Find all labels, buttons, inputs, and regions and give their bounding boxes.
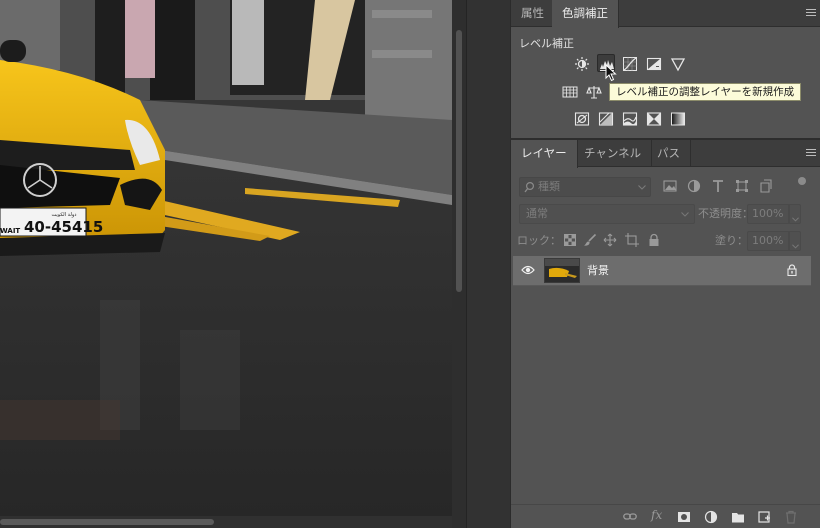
- new-group-icon[interactable]: [731, 510, 745, 524]
- blend-mode-value: 通常: [526, 207, 548, 220]
- plate-prefix: WAIT: [0, 227, 20, 235]
- filter-kind-label: 種類: [538, 180, 560, 193]
- blend-mode-dropdown[interactable]: 通常: [519, 204, 695, 224]
- chevron-down-icon: [681, 212, 689, 217]
- layer-name[interactable]: 背景: [587, 256, 609, 286]
- lock-position-move-icon[interactable]: [603, 233, 617, 247]
- filter-shape-icon[interactable]: [735, 179, 749, 193]
- chevron-down-icon: [792, 217, 799, 222]
- filter-pixel-icon[interactable]: [663, 179, 677, 193]
- horizontal-scroll-thumb[interactable]: [0, 519, 214, 525]
- link-layers-icon[interactable]: [623, 510, 637, 524]
- trash-icon[interactable]: [784, 510, 798, 524]
- curves-icon[interactable]: [621, 55, 639, 73]
- lock-transparent-pixels-icon[interactable]: [563, 233, 577, 247]
- tab-paths[interactable]: パス: [647, 140, 691, 167]
- lock-artboard-icon[interactable]: [625, 233, 639, 247]
- vertical-scroll-thumb[interactable]: [456, 30, 462, 292]
- adjustments-tabbar: 属性 色調補正: [511, 0, 820, 28]
- layers-tabbar: レイヤー チャンネル パス: [511, 140, 820, 168]
- adjustments-panel: 属性 色調補正 レベル補正: [510, 0, 820, 138]
- new-layer-icon[interactable]: [757, 510, 771, 524]
- opacity-slider-toggle[interactable]: [789, 204, 801, 224]
- layer-row-background[interactable]: 背景: [513, 256, 811, 286]
- color-balance-icon[interactable]: [585, 83, 603, 101]
- vertical-scrollbar[interactable]: [452, 0, 466, 528]
- panel-dock-gutter: [466, 0, 510, 528]
- filter-type-icon[interactable]: [711, 179, 725, 193]
- blend-row: 通常 不透明度： 100%: [515, 204, 810, 226]
- chevron-down-icon: [638, 185, 646, 190]
- add-mask-icon[interactable]: [677, 510, 691, 524]
- tab-adjustments[interactable]: 色調補正: [552, 0, 619, 28]
- color-lookup-icon[interactable]: [621, 110, 639, 128]
- search-icon: [524, 181, 535, 193]
- filter-adjustment-icon[interactable]: [687, 179, 701, 193]
- horizontal-scrollbar[interactable]: [0, 516, 452, 528]
- lock-row: ロック： 塗り： 100%: [515, 231, 810, 253]
- layer-filter-kind[interactable]: 種類: [519, 177, 651, 197]
- fill-input[interactable]: 100%: [747, 231, 789, 251]
- tab-channels[interactable]: チャンネル: [574, 140, 653, 167]
- layer-filter-row: 種類: [515, 177, 810, 199]
- gradient-map-triangle-icon[interactable]: [669, 55, 687, 73]
- lock-all-icon[interactable]: [647, 233, 661, 247]
- lock-image-pixels-brush-icon[interactable]: [583, 233, 597, 247]
- layer-locked-icon: [787, 264, 797, 276]
- opacity-label: 不透明度：: [698, 207, 753, 220]
- new-adjustment-layer-icon[interactable]: [704, 510, 718, 524]
- layer-thumbnail-image: [545, 259, 579, 282]
- layer-thumbnail[interactable]: [544, 258, 580, 283]
- layers-panel-menu-icon[interactable]: [806, 149, 816, 157]
- chevron-down-icon: [792, 244, 799, 249]
- filter-toggle-switch[interactable]: [798, 177, 806, 185]
- document-canvas[interactable]: دولة الكويت WAIT 40-45415: [0, 0, 452, 516]
- exposure-icon[interactable]: [645, 55, 663, 73]
- levels-tooltip: レベル補正の調整レイヤーを新規作成: [609, 83, 802, 101]
- photo-filter-icon[interactable]: [573, 110, 591, 128]
- channel-mixer-icon[interactable]: [597, 110, 615, 128]
- adjustment-section-title: レベル補正: [519, 37, 574, 50]
- plate-number: 40-45415: [24, 218, 103, 236]
- posterize-icon[interactable]: [669, 110, 687, 128]
- mouse-pointer-icon: [605, 64, 617, 82]
- invert-icon[interactable]: [645, 110, 663, 128]
- hue-saturation-icon[interactable]: [561, 83, 579, 101]
- tab-properties[interactable]: 属性: [511, 0, 555, 27]
- layers-panel-footer: fx: [511, 504, 820, 528]
- panel-menu-icon[interactable]: [806, 9, 816, 17]
- brightness-contrast-icon[interactable]: [573, 55, 591, 73]
- opacity-input[interactable]: 100%: [747, 204, 789, 224]
- fx-icon[interactable]: fx: [651, 508, 665, 522]
- lock-label: ロック：: [517, 234, 561, 247]
- fill-label: 塗り：: [715, 234, 748, 247]
- fill-slider-toggle[interactable]: [789, 231, 801, 251]
- filter-smart-object-icon[interactable]: [759, 179, 773, 193]
- layers-panel: レイヤー チャンネル パス 種類 通常 不透明度： 100% ロック： 塗り： …: [510, 140, 820, 528]
- photo-street-scene: دولة الكويت WAIT 40-45415: [0, 0, 452, 516]
- tab-layers[interactable]: レイヤー: [511, 140, 578, 168]
- eye-visibility-icon[interactable]: [521, 265, 535, 275]
